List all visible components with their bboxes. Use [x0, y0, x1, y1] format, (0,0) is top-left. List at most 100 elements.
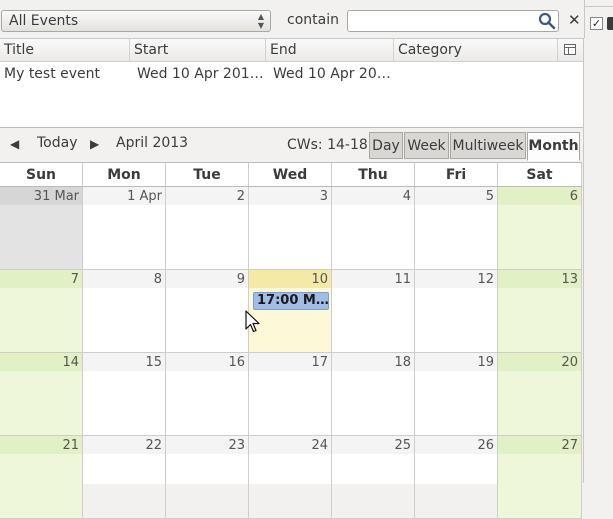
day-cell[interactable]: 11 [332, 270, 415, 353]
previous-month-icon[interactable]: ◀ [10, 137, 19, 151]
day-cell[interactable]: 1 Apr [83, 187, 166, 270]
day-number: 31 Mar [33, 189, 79, 204]
day-cell[interactable]: 19 [415, 353, 498, 436]
calendar-weeks-label: CWs: 14-18 [287, 137, 368, 153]
weekday-tue: Tue [166, 163, 249, 186]
day-cell[interactable]: 26 [415, 436, 498, 519]
day-cell[interactable]: 23 [166, 436, 249, 519]
day-number: 19 [477, 355, 494, 370]
today-button[interactable]: Today [37, 135, 78, 151]
day-number-band [166, 270, 248, 288]
right-pane-edge [583, 38, 613, 483]
day-number-band [415, 187, 497, 205]
day-number: 11 [394, 272, 411, 287]
day-cell[interactable]: 3 [249, 187, 332, 270]
day-cell[interactable]: 18 [332, 353, 415, 436]
sidebar-divider [585, 0, 613, 7]
column-header-end[interactable]: End [266, 39, 394, 61]
event-category [397, 64, 557, 84]
day-cell[interactable]: 22 [83, 436, 166, 519]
column-header-start[interactable]: Start [130, 39, 266, 61]
day-cell[interactable]: 6 [498, 187, 582, 270]
day-cell[interactable]: 27 [498, 436, 582, 519]
weekday-sat: Sat [498, 163, 582, 186]
day-number-band [83, 270, 165, 288]
day-number: 5 [485, 189, 494, 204]
search-input[interactable] [347, 10, 559, 32]
filter-bar: All Events ▲ ▼ contain ✕ [0, 0, 613, 38]
day-number: 22 [145, 438, 162, 453]
day-number: 17 [311, 355, 328, 370]
day-number: 7 [70, 272, 79, 287]
day-cell[interactable]: 31 Mar [0, 187, 83, 270]
day-number: 24 [311, 438, 328, 453]
day-number: 20 [561, 355, 578, 370]
day-cell[interactable]: 10 17:00 M… [249, 270, 332, 353]
day-cell[interactable]: 14 [0, 353, 83, 436]
day-cell[interactable]: 5 [415, 187, 498, 270]
event-filter-value: All Events [9, 13, 79, 29]
day-number: 14 [62, 355, 79, 370]
day-number: 23 [228, 438, 245, 453]
day-cell[interactable]: 9 [166, 270, 249, 353]
tab-multiweek[interactable]: Multiweek [450, 132, 526, 159]
day-number: 18 [394, 355, 411, 370]
column-header-category[interactable]: Category [394, 39, 558, 61]
day-number: 15 [145, 355, 162, 370]
calendar-nav-bar: ◀ Today ▶ April 2013 CWs: 14-18 Day Week… [0, 129, 583, 162]
day-cell[interactable]: 7 [0, 270, 83, 353]
mouse-cursor-icon [245, 310, 260, 333]
day-number: 4 [402, 189, 411, 204]
day-number: 21 [62, 438, 79, 453]
column-header-title[interactable]: Title [0, 39, 130, 61]
day-number: 3 [319, 189, 328, 204]
event-list-header: Title Start End Category [0, 39, 583, 62]
day-cell[interactable]: 16 [166, 353, 249, 436]
day-number: 8 [153, 272, 162, 287]
tab-month[interactable]: Month [527, 132, 580, 161]
day-cell[interactable]: 21 [0, 436, 83, 519]
event-title: My test event [4, 66, 101, 82]
contain-label: contain [287, 12, 339, 28]
weekday-wed: Wed [249, 163, 332, 186]
current-month-label: April 2013 [116, 135, 189, 151]
day-cell[interactable]: 25 [332, 436, 415, 519]
day-number: 2 [236, 189, 245, 204]
day-number-band [166, 187, 248, 205]
sidebar-checkbox[interactable]: ✓ [590, 17, 603, 30]
day-cell[interactable]: 24 [249, 436, 332, 519]
day-number: 25 [394, 438, 411, 453]
day-number-band [332, 187, 414, 205]
day-number: 9 [236, 272, 245, 287]
day-cell[interactable]: 15 [83, 353, 166, 436]
day-number: 12 [477, 272, 494, 287]
day-number: 13 [561, 272, 578, 287]
event-filter-select[interactable]: All Events ▲ ▼ [1, 10, 271, 32]
tab-day[interactable]: Day [369, 132, 403, 159]
day-cell[interactable]: 12 [415, 270, 498, 353]
day-number: 10 [311, 272, 328, 287]
day-number: 1 Apr [127, 189, 162, 204]
day-cell[interactable]: 8 [83, 270, 166, 353]
clear-search-icon[interactable]: ✕ [568, 11, 581, 29]
tab-week[interactable]: Week [404, 132, 449, 159]
day-number: 26 [477, 438, 494, 453]
day-cell[interactable]: 4 [332, 187, 415, 270]
day-cell[interactable]: 20 [498, 353, 582, 436]
day-cell[interactable]: 2 [166, 187, 249, 270]
day-cell[interactable]: 13 [498, 270, 582, 353]
column-picker-icon[interactable] [564, 44, 576, 55]
event-end: Wed 10 Apr 20… [273, 66, 391, 82]
select-arrows-icon: ▲ ▼ [257, 12, 264, 30]
search-icon[interactable] [538, 12, 556, 30]
day-number: 16 [228, 355, 245, 370]
calendar-event[interactable]: 17:00 M… [253, 292, 329, 310]
next-month-icon[interactable]: ▶ [90, 137, 99, 151]
weekday-fri: Fri [415, 163, 498, 186]
weekday-mon: Mon [83, 163, 166, 186]
day-number-band [249, 187, 331, 205]
day-number-band [498, 187, 581, 205]
day-number: 6 [569, 189, 578, 204]
weekday-thu: Thu [332, 163, 415, 186]
day-cell[interactable]: 17 [249, 353, 332, 436]
